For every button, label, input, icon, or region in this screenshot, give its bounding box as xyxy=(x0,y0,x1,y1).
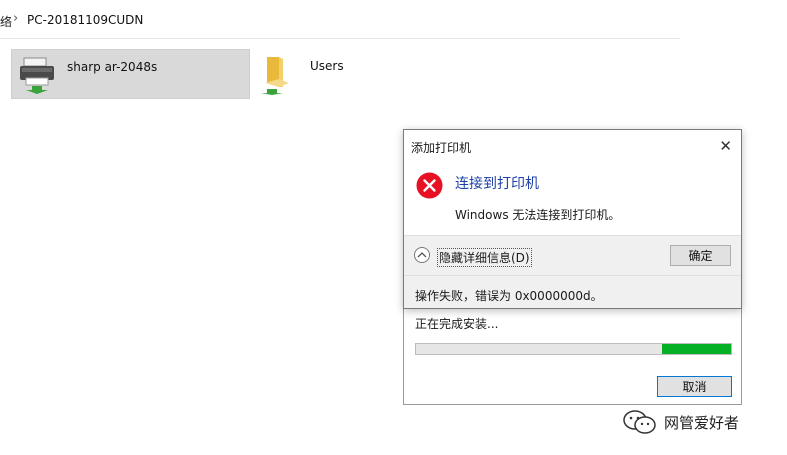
printer-icon xyxy=(20,57,54,94)
folder-icon xyxy=(261,57,289,95)
dialog-footer: 隐藏详细信息(D) 确定 xyxy=(404,235,741,276)
printer-item-label: sharp ar-2048s xyxy=(67,60,158,74)
printer-item[interactable]: sharp ar-2048s xyxy=(11,49,250,99)
error-message: Windows 无法连接到打印机。 xyxy=(455,208,621,222)
dialog-titlebar[interactable]: 添加打印机 ✕ xyxy=(404,130,741,160)
users-folder-label: Users xyxy=(310,59,344,73)
install-progress-bar xyxy=(415,343,732,355)
close-icon[interactable]: ✕ xyxy=(719,137,732,155)
error-details-panel: 操作失败，错误为 0x0000000d。 xyxy=(404,275,741,308)
address-bar: 络 › PC-20181109CUDN xyxy=(0,0,680,39)
chevron-up-icon[interactable] xyxy=(414,247,430,263)
error-details-text: 操作失败，错误为 0x0000000d。 xyxy=(415,289,603,303)
dialog-title: 添加打印机 xyxy=(411,141,472,155)
chat-bubbles-icon xyxy=(623,410,656,434)
install-progress-fill xyxy=(661,344,731,354)
breadcrumb-previous[interactable]: 络 xyxy=(0,13,12,30)
watermark-text: 网管爱好者 xyxy=(664,413,740,432)
users-folder-item[interactable]: Users xyxy=(255,49,405,99)
add-printer-error-dialog: 添加打印机 ✕ 连接到打印机 Windows 无法连接到打印机。 隐藏详细信息(… xyxy=(403,129,742,309)
breadcrumb-current[interactable]: PC-20181109CUDN xyxy=(27,13,143,27)
error-icon xyxy=(416,172,443,199)
error-heading: 连接到打印机 xyxy=(455,176,539,192)
install-progress-dialog: 正在完成安装... 取消 xyxy=(403,300,742,405)
hide-details-toggle[interactable]: 隐藏详细信息(D) xyxy=(437,248,532,267)
ok-button[interactable]: 确定 xyxy=(670,245,731,266)
cancel-button[interactable]: 取消 xyxy=(657,376,732,397)
install-status-text: 正在完成安装... xyxy=(415,317,499,331)
breadcrumb-separator-icon[interactable]: › xyxy=(13,11,18,26)
watermark: 网管爱好者 xyxy=(622,409,739,435)
